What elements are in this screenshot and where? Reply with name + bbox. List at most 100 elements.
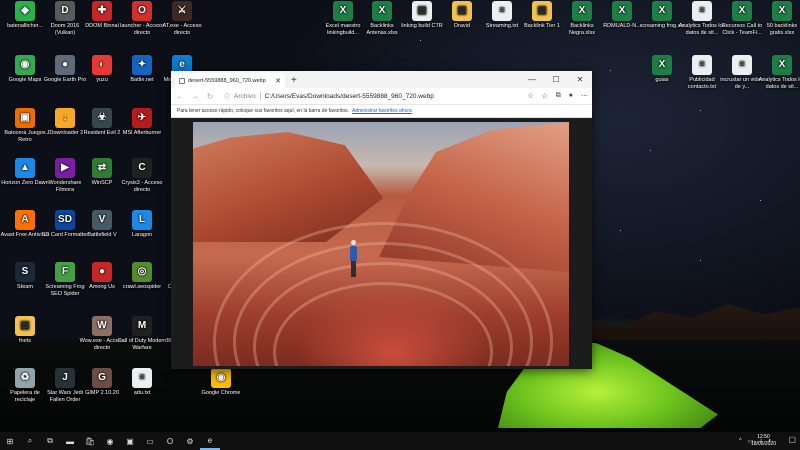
taskbar-task-view-icon[interactable]: ⧉ xyxy=(40,432,60,450)
app-icon: ⇄ xyxy=(92,158,112,178)
app-icon: ◉ xyxy=(15,55,35,75)
desktop-icon[interactable]: X 50 backlinks gratis.xlsx xyxy=(757,1,800,36)
desktop-icon[interactable]: ▤ fnets xyxy=(0,316,50,345)
taskbar-start-icon[interactable]: ⊞ xyxy=(0,432,20,450)
favorites-icon[interactable]: ☆ xyxy=(541,92,547,100)
app-icon: ▤ xyxy=(452,1,472,21)
app-icon: X xyxy=(372,1,392,21)
desert-photo xyxy=(193,122,569,366)
browser-tab[interactable]: desert-5559888_960_720.webp ✕ xyxy=(175,73,285,88)
app-icon: D xyxy=(55,1,75,21)
app-icon: X xyxy=(772,1,792,21)
desktop-icon-label: fnets xyxy=(19,338,31,344)
app-icon: V xyxy=(92,210,112,230)
back-button[interactable]: ← xyxy=(175,92,185,101)
taskbar-app3-icon[interactable]: ⚙ xyxy=(180,432,200,450)
taskbar-opera-icon[interactable]: O xyxy=(160,432,180,450)
desktop-icon-label: adu.txt xyxy=(133,390,151,396)
app-icon: ≡ xyxy=(132,368,152,388)
close-window-button[interactable]: ✕ xyxy=(568,71,592,88)
desktop-icon-label: Laragon xyxy=(131,232,153,238)
window-controls: — ☐ ✕ xyxy=(520,71,592,88)
desktop-icon-label: Analytics Todos los datos de sit... xyxy=(758,77,800,90)
desktop-icon[interactable]: ◉ Google Chrome xyxy=(196,368,246,397)
forward-button[interactable]: → xyxy=(190,92,200,101)
app-icon: ✦ xyxy=(132,55,152,75)
reload-button[interactable]: ↻ xyxy=(205,92,215,101)
app-icon: X xyxy=(652,1,672,21)
desktop-icon[interactable]: C Crysis3 - Acceso directo xyxy=(117,158,167,193)
app-icon: ● xyxy=(55,55,75,75)
address-bar[interactable]: ⓘ Archivo C:/Users/Evas/Downloads/desert… xyxy=(220,90,522,102)
app-icon: ▣ xyxy=(15,108,35,128)
app-icon: L xyxy=(132,210,152,230)
app-icon: M xyxy=(132,316,152,336)
protocol-label: Archivo xyxy=(234,92,256,100)
desktop-icon-label: MSI Afterburner xyxy=(122,130,162,136)
app-icon: ▶ xyxy=(55,158,75,178)
notification-icon[interactable]: ▢ xyxy=(788,435,796,444)
hiker-figure xyxy=(349,240,357,280)
desktop-icon[interactable]: L Laragon xyxy=(117,210,167,239)
favorites-bar: Para tener acceso rápido, coloque sus fa… xyxy=(171,105,592,118)
address-separator xyxy=(259,92,261,100)
tray-overflow-icon[interactable]: ^ xyxy=(739,438,742,444)
desktop-icon-label: 50 backlinks gratis.xlsx xyxy=(766,23,798,36)
title-bar[interactable]: desert-5559888_960_720.webp ✕ + — ☐ ✕ xyxy=(171,71,592,88)
taskbar-app1-icon[interactable]: ▣ xyxy=(120,432,140,450)
app-icon: C xyxy=(132,158,152,178)
clock[interactable]: 12:50 18/06/2020 xyxy=(751,434,776,448)
app-icon: ◐ xyxy=(92,55,112,75)
app-icon: ▤ xyxy=(532,1,552,21)
desktop-icon-label: AT.exe - Acceso directo xyxy=(162,23,202,36)
clock-time: 12:50 xyxy=(757,434,770,440)
app-icon: X xyxy=(333,1,353,21)
collections-icon[interactable]: ⧉ xyxy=(556,92,561,100)
app-icon: ☣ xyxy=(92,108,112,128)
taskbar-edge-icon[interactable]: e xyxy=(200,432,220,450)
favorites-hint: Para tener acceso rápido, coloque sus fa… xyxy=(177,108,350,114)
profile-avatar-icon[interactable]: ● xyxy=(569,92,573,100)
manage-favorites-link[interactable]: Administrar favoritos ahora xyxy=(352,108,412,114)
app-icon: ⚔ xyxy=(172,1,192,21)
tab-title: desert-5559888_960_720.webp xyxy=(188,77,266,84)
app-icon: ≡ xyxy=(732,55,752,75)
app-icon: SD xyxy=(55,210,75,230)
app-icon: X xyxy=(652,55,672,75)
app-icon: A xyxy=(15,210,35,230)
taskbar-chrome-icon[interactable]: ◉ xyxy=(100,432,120,450)
minimize-button[interactable]: — xyxy=(520,71,544,88)
app-icon: ▤ xyxy=(412,1,432,21)
desktop-icon[interactable]: ≡ adu.txt xyxy=(117,368,167,397)
new-tab-button[interactable]: + xyxy=(291,75,297,86)
more-menu-icon[interactable]: ⋯ xyxy=(581,92,588,100)
app-icon: X xyxy=(772,55,792,75)
taskbar-search-icon[interactable]: ⌕ xyxy=(20,432,40,450)
desktop-icon-label: Crysis3 - Acceso directo xyxy=(121,180,163,193)
favorite-star-icon[interactable]: ☆ xyxy=(527,92,533,100)
desktop-icon[interactable]: ✈ MSI Afterburner xyxy=(117,108,167,137)
app-icon: S xyxy=(15,262,35,282)
desktop-icon[interactable]: ⚔ AT.exe - Acceso directo xyxy=(157,1,207,36)
maximize-button[interactable]: ☐ xyxy=(544,71,568,88)
app-icon: ◆ xyxy=(15,1,35,21)
desktop-icon[interactable]: X Analytics Todos los datos de sit... xyxy=(757,55,800,90)
taskbar-store-icon[interactable]: 🛍 xyxy=(80,432,100,450)
taskbar-app2-icon[interactable]: ▭ xyxy=(140,432,160,450)
app-icon: ▲ xyxy=(15,158,35,178)
desktop-icon-label: Google Chrome xyxy=(201,390,241,396)
file-icon xyxy=(179,77,185,84)
close-tab-icon[interactable]: ✕ xyxy=(275,77,281,85)
browser-window[interactable]: desert-5559888_960_720.webp ✕ + — ☐ ✕ ← … xyxy=(171,71,592,369)
taskbar-file-explorer-icon[interactable]: ▬ xyxy=(60,432,80,450)
taskbar: ⊞ ⌕ ⧉ ▬ 🛍 ◉ ▣ ▭ O ⚙ e ^ ▭ ♪ ◐ 12:50 18/06/2020 ▢ xyxy=(0,432,800,450)
app-icon: ✈ xyxy=(132,108,152,128)
app-icon: W xyxy=(92,316,112,336)
info-icon[interactable]: ⓘ xyxy=(224,92,230,101)
clock-date: 18/06/2020 xyxy=(750,441,776,447)
app-icon: ≡ xyxy=(692,55,712,75)
app-icon: ✚ xyxy=(92,1,112,21)
navigation-bar: ← → ↻ ⓘ Archivo C:/Users/Evas/Downloads/… xyxy=(171,88,592,105)
page-viewport xyxy=(171,118,592,369)
address-text[interactable]: C:/Users/Evas/Downloads/desert-5559888_9… xyxy=(265,93,434,100)
